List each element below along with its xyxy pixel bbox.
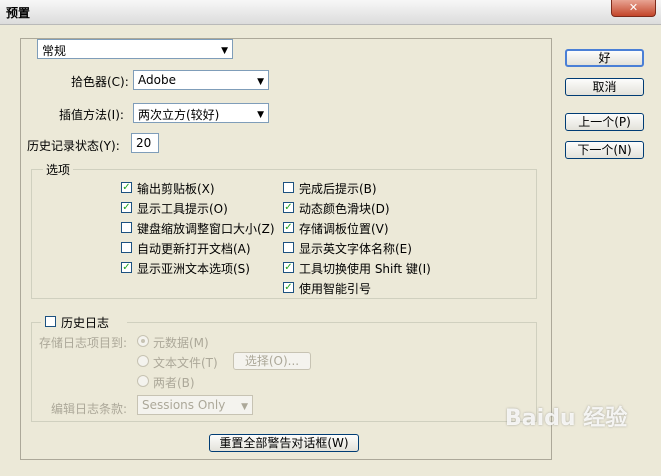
reset-warnings-button[interactable]: 重置全部警告对话框(W) (209, 434, 359, 452)
preferences-dialog: 预置 ✕ 常规 ▼ 拾色器(C): Adobe ▼ 插值方法(I): 两次立方(… (0, 0, 661, 476)
chevron-down-icon: ▼ (221, 46, 228, 56)
category-value: 常规 (42, 44, 67, 58)
radio-metadata-label: 元数据(M) (153, 336, 209, 350)
color-picker-dropdown[interactable]: Adobe ▼ (133, 70, 269, 90)
checkbox-icon[interactable] (121, 222, 132, 233)
window-title: 预置 (6, 6, 31, 20)
radio-icon[interactable] (137, 355, 149, 367)
category-dropdown[interactable]: 常规 ▼ (37, 39, 233, 59)
next-button[interactable]: 下一个(N) (565, 141, 644, 159)
color-picker-value: Adobe (138, 73, 176, 87)
edit-log-dropdown[interactable]: Sessions Only ▼ (137, 395, 253, 415)
edit-log-value: Sessions Only (142, 398, 226, 412)
checkbox-icon[interactable] (283, 182, 294, 193)
radio-both-label: 两者(B) (153, 376, 195, 390)
checkbox-icon[interactable]: ✓ (283, 202, 294, 213)
interpolation-dropdown[interactable]: 两次立方(较好) ▼ (133, 103, 269, 123)
options-legend: 选项 (43, 161, 74, 178)
option-label: 工具切换使用 Shift 键(I) (299, 262, 431, 276)
checkbox-icon[interactable] (45, 316, 56, 327)
radio-icon[interactable] (137, 375, 149, 387)
checkbox-icon[interactable]: ✓ (121, 202, 132, 213)
option-label: 完成后提示(B) (299, 182, 377, 196)
history-log-legend[interactable]: 历史日志 (41, 313, 127, 330)
interpolation-label: 插值方法(I): (59, 108, 124, 122)
cancel-button[interactable]: 取消 (565, 78, 644, 96)
option-label: 显示亚洲文本选项(S) (137, 262, 250, 276)
option-label: 使用智能引号 (299, 282, 372, 296)
checkbox-icon[interactable]: ✓ (283, 222, 294, 233)
ok-button[interactable]: 好 (565, 49, 644, 67)
chevron-down-icon: ▼ (257, 77, 264, 87)
history-states-label: 历史记录状态(Y): (27, 139, 120, 153)
choose-button[interactable]: 选择(O)... (233, 352, 311, 370)
save-log-to-label: 存储日志项目到: (39, 336, 128, 350)
checkbox-icon[interactable]: ✓ (283, 282, 294, 293)
checkbox-icon[interactable]: ✓ (121, 182, 132, 193)
option-label: 存储调板位置(V) (299, 222, 389, 236)
edit-log-label: 编辑日志条款: (51, 402, 128, 416)
close-button[interactable]: ✕ (611, 0, 656, 17)
option-label: 自动更新打开文档(A) (137, 242, 251, 256)
prev-button[interactable]: 上一个(P) (565, 113, 644, 131)
checkbox-icon[interactable] (121, 242, 132, 253)
option-label: 显示工具提示(O) (137, 202, 228, 216)
radio-icon[interactable] (137, 335, 149, 347)
radio-textfile-label: 文本文件(T) (153, 356, 218, 370)
history-states-input[interactable]: 20 (131, 133, 159, 153)
option-label: 输出剪贴板(X) (137, 182, 215, 196)
checkbox-icon[interactable] (283, 242, 294, 253)
chevron-down-icon: ▼ (241, 402, 248, 412)
chevron-down-icon: ▼ (257, 110, 264, 120)
option-label: 键盘缩放调整窗口大小(Z) (137, 222, 275, 236)
baidu-watermark: Baidu 经验 (505, 406, 628, 431)
interpolation-value: 两次立方(较好) (138, 108, 220, 122)
color-picker-label: 拾色器(C): (71, 75, 129, 89)
history-log-label: 历史日志 (61, 316, 110, 330)
checkbox-icon[interactable]: ✓ (121, 262, 132, 273)
option-label: 动态颜色滑块(D) (299, 202, 390, 216)
option-label: 显示英文字体名称(E) (299, 242, 412, 256)
checkbox-icon[interactable]: ✓ (283, 262, 294, 273)
title-bar: 预置 ✕ (0, 0, 661, 25)
preferences-panel: 常规 ▼ 拾色器(C): Adobe ▼ 插值方法(I): 两次立方(较好) ▼… (20, 38, 552, 460)
